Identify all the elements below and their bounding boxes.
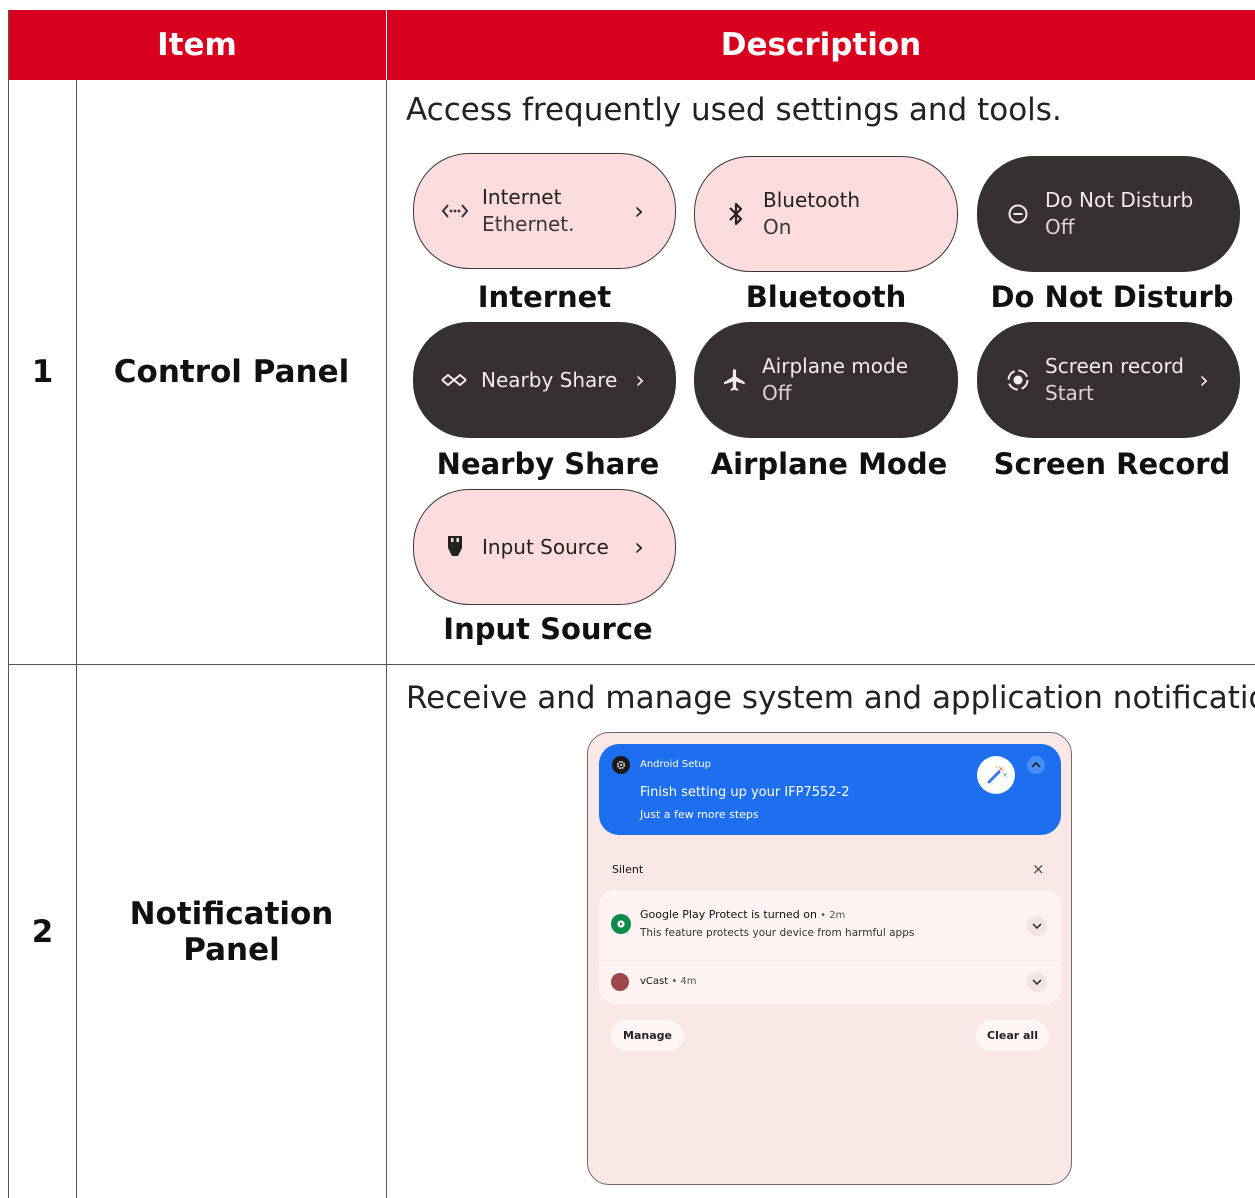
row-1-item: Control Panel (77, 80, 386, 664)
play-protect-time: • 2m (816, 910, 846, 921)
row-2-number-text: 2 (31, 913, 54, 950)
input-source-caption: Input Source (443, 612, 653, 646)
vcast-title: vCast (640, 976, 669, 987)
collapse-icon[interactable] (1027, 756, 1045, 774)
input-source-tile-title: Input Source (482, 534, 609, 559)
internet-tile[interactable]: Internet Ethernet. › (413, 153, 676, 269)
setup-title: Finish setting up your IFP7552-2 (640, 785, 850, 800)
chevron-right-icon: › (635, 366, 645, 394)
bluetooth-tile[interactable]: Bluetooth On (694, 156, 958, 272)
ethernet-icon (440, 196, 470, 226)
row-2-item: Notification Panel (77, 665, 386, 1198)
notification-play-protect[interactable]: Google Play Protect is turned on • 2m Th… (599, 890, 1061, 960)
internet-tile-subtitle: Ethernet. (482, 212, 575, 236)
airplane-tile-title: Airplane mode (762, 354, 909, 378)
chevron-down-icon[interactable] (1027, 972, 1047, 992)
play-protect-title-line: Google Play Protect is turned on • 2m (640, 908, 845, 921)
chevron-down-icon[interactable] (1027, 916, 1047, 936)
row-1-number: 1 (9, 80, 76, 664)
row-2-item-text: Notification Panel (129, 895, 334, 968)
input-source-tile[interactable]: Input Source › (413, 489, 676, 605)
notification-vcast[interactable]: vCast • 4m (599, 961, 1061, 1004)
gear-icon (612, 756, 630, 774)
nearby-share-icon (439, 365, 469, 395)
setup-subtitle: Just a few more steps (640, 808, 759, 821)
airplane-mode-tile[interactable]: Airplane mode Off (694, 322, 958, 438)
close-icon[interactable]: × (1032, 860, 1045, 878)
clear-all-button[interactable]: Clear all (976, 1020, 1049, 1051)
do-not-disturb-tile[interactable]: Do Not Disturb Off (977, 156, 1240, 272)
nearby-share-tile-title: Nearby Share (481, 367, 618, 392)
vcast-title-line: vCast • 4m (640, 976, 697, 987)
screen-record-tile-subtitle: Start (1045, 381, 1094, 405)
internet-caption: Internet (477, 280, 612, 314)
vcast-icon (611, 973, 629, 991)
play-protect-title: Google Play Protect is turned on (640, 908, 817, 921)
internet-tile-title: Internet (482, 185, 562, 209)
airplane-mode-caption: Airplane Mode (710, 447, 948, 481)
input-source-icon (440, 532, 470, 562)
row-2-number: 2 (9, 665, 76, 1198)
header-item-label: Item (157, 27, 237, 63)
bluetooth-tile-subtitle: On (763, 215, 792, 239)
bluetooth-icon (721, 199, 751, 229)
nearby-share-caption: Nearby Share (436, 447, 660, 481)
row-1-number-text: 1 (31, 354, 54, 390)
bluetooth-tile-title: Bluetooth (763, 188, 861, 212)
manage-button[interactable]: Manage (611, 1020, 684, 1051)
notification-panel: Android Setup Finish setting up your IFP… (587, 732, 1072, 1185)
header-item: Item (8, 10, 386, 80)
screen-record-tile[interactable]: Screen record Start › (977, 322, 1240, 438)
airplane-icon (720, 365, 750, 395)
table-divider-item (386, 80, 387, 1198)
dnd-tile-title: Do Not Disturb (1045, 188, 1194, 212)
nearby-share-tile[interactable]: Nearby Share › (413, 322, 676, 438)
vcast-time: • 4m (668, 976, 697, 987)
svg-text:×: × (994, 764, 999, 771)
header-description-label: Description (720, 27, 922, 63)
chevron-right-icon: › (634, 533, 644, 561)
row-1-description: Access frequently used settings and tool… (406, 92, 1062, 128)
do-not-disturb-caption: Do Not Disturb (990, 280, 1234, 314)
setup-app-name: Android Setup (640, 759, 711, 770)
row-2-description: Receive and manage system and applicatio… (406, 680, 1255, 716)
play-protect-body: This feature protects your device from h… (640, 927, 915, 939)
bluetooth-caption: Bluetooth (745, 280, 907, 314)
svg-text:×: × (1002, 771, 1008, 779)
screen-record-tile-title: Screen record (1045, 354, 1185, 378)
setup-notification[interactable]: Android Setup Finish setting up your IFP… (599, 744, 1061, 835)
screen-record-icon (1003, 365, 1033, 395)
setup-wand-icon: × × × (977, 756, 1015, 794)
chevron-right-icon: › (1199, 366, 1209, 394)
airplane-tile-subtitle: Off (762, 381, 792, 405)
dnd-icon (1003, 199, 1033, 229)
dnd-tile-subtitle: Off (1045, 215, 1075, 239)
header-description: Description (387, 10, 1255, 80)
row-1-item-text: Control Panel (113, 354, 350, 390)
silent-section-label: Silent (612, 863, 644, 876)
play-protect-icon (611, 914, 631, 934)
chevron-right-icon: › (634, 197, 644, 225)
screen-record-caption: Screen Record (993, 447, 1231, 481)
